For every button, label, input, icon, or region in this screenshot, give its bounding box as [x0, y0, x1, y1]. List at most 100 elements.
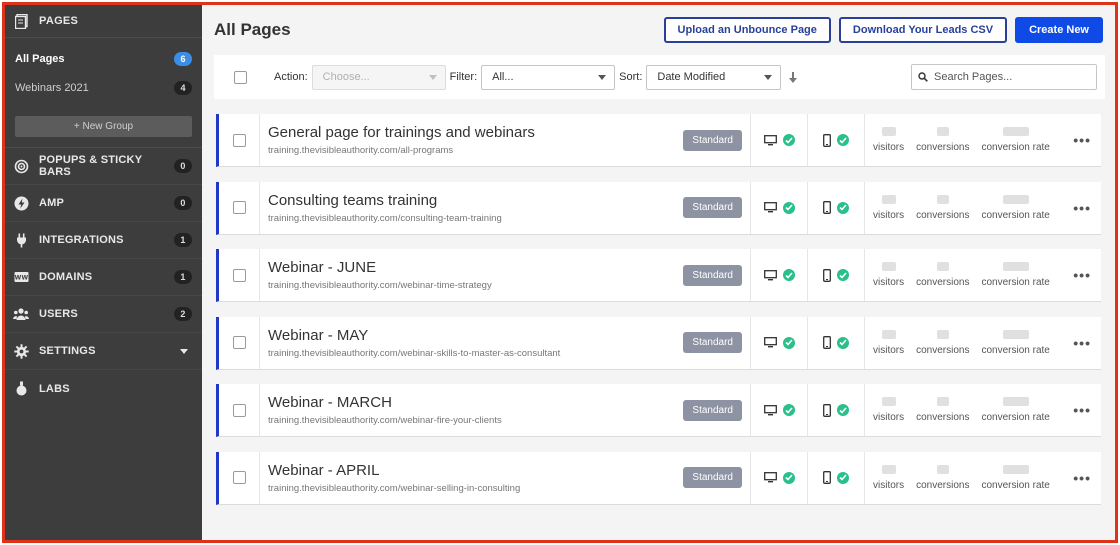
row-checkbox[interactable] [232, 336, 246, 349]
row-checkbox[interactable] [232, 201, 246, 214]
upload-page-button[interactable]: Upload an Unbounce Page [663, 17, 831, 43]
chevron-down-icon[interactable] [180, 348, 188, 354]
mobile-icon [823, 471, 831, 484]
count-badge: 4 [174, 80, 192, 95]
redacted-value [881, 329, 896, 339]
page-row[interactable]: General page for trainings and webinars … [216, 114, 1101, 167]
conversions-label: conversions [916, 344, 970, 356]
conversion-rate-stat: conversion rate [981, 127, 1050, 153]
redacted-value [1002, 464, 1029, 474]
gear-icon [13, 343, 29, 359]
page-url[interactable]: training.thevisibleauthority.com/webinar… [268, 483, 520, 494]
users-icon [13, 306, 29, 322]
redacted-value [936, 329, 949, 339]
chevron-down-icon [428, 74, 437, 80]
row-checkbox[interactable] [232, 403, 246, 417]
page-row[interactable]: Webinar - MARCH training.thevisibleautho… [216, 384, 1101, 437]
conversion-rate-stat: conversion rate [981, 397, 1050, 423]
group-webinars-2021[interactable]: Webinars 2021 4 [15, 73, 192, 102]
visitors-stat: visitors [873, 262, 904, 288]
more-options-icon[interactable]: ••• [1073, 200, 1091, 216]
conversion-rate-label: conversion rate [981, 142, 1050, 153]
more-options-icon[interactable]: ••• [1073, 402, 1091, 418]
desktop-icon [763, 134, 777, 146]
page-title-link[interactable]: Webinar - APRIL [268, 462, 520, 479]
sort-select[interactable]: Date Modified [646, 64, 782, 90]
page-title-link[interactable]: Webinar - MAY [268, 327, 560, 344]
page-row[interactable]: Webinar - APRIL training.thevisibleautho… [216, 451, 1101, 505]
page-stats-cell: visitors conversions conversion rate ••• [865, 249, 1101, 301]
count-badge: 6 [174, 51, 192, 66]
action-label: Action: [274, 71, 308, 83]
group-all-pages[interactable]: All Pages 6 [15, 44, 192, 73]
visitors-stat: visitors [873, 127, 904, 153]
filter-select[interactable]: All... [481, 64, 616, 90]
count-badge: 1 [174, 270, 192, 284]
new-group-button[interactable]: + New Group [15, 116, 192, 137]
select-all-checkbox[interactable] [234, 70, 247, 84]
group-label: Webinars 2021 [15, 81, 89, 94]
page-url[interactable]: training.thevisibleauthority.com/all-pro… [268, 145, 535, 156]
redacted-value [881, 464, 896, 474]
conversion-rate-label: conversion rate [981, 277, 1050, 288]
conversions-label: conversions [916, 479, 970, 491]
check-icon [782, 201, 795, 214]
redacted-value [881, 262, 896, 271]
redacted-value [936, 262, 949, 271]
filter-label: Filter: [449, 71, 478, 83]
count-badge: 1 [174, 233, 192, 247]
action-select[interactable]: Choose... [311, 64, 446, 90]
page-info-cell: Webinar - JUNE training.thevisibleauthor… [260, 249, 751, 301]
page-info-cell: Webinar - APRIL training.thevisibleautho… [260, 451, 751, 504]
page-url[interactable]: training.thevisibleauthority.com/consult… [268, 213, 502, 224]
page-title-link[interactable]: General page for trainings and webinars [268, 124, 535, 141]
check-icon [837, 269, 849, 281]
page-info-cell: Consulting teams training training.thevi… [260, 181, 751, 234]
more-options-icon[interactable]: ••• [1073, 335, 1091, 351]
row-checkbox[interactable] [232, 133, 246, 147]
more-options-icon[interactable]: ••• [1073, 132, 1091, 148]
plug-icon [13, 232, 29, 248]
sort-select-value: Date Modified [657, 71, 726, 83]
mobile-status-cell [808, 384, 865, 436]
page-url[interactable]: training.thevisibleauthority.com/webinar… [268, 348, 560, 359]
page-row[interactable]: Consulting teams training training.thevi… [216, 181, 1101, 235]
redacted-value [881, 194, 896, 204]
visitors-label: visitors [873, 344, 905, 356]
conversion-rate-stat: conversion rate [981, 329, 1050, 356]
conversions-label: conversions [916, 142, 970, 153]
page-title-link[interactable]: Consulting teams training [268, 192, 502, 209]
page-title-link[interactable]: Webinar - JUNE [268, 259, 492, 276]
row-checkbox[interactable] [232, 471, 246, 484]
search-input[interactable]: Search Pages... [911, 64, 1097, 90]
check-icon [837, 336, 849, 349]
page-row[interactable]: Webinar - MAY training.thevisibleauthori… [216, 316, 1101, 370]
create-new-button[interactable]: Create New [1015, 17, 1103, 43]
check-icon [837, 201, 849, 214]
sidebar-header-pages[interactable]: PAGES [5, 5, 202, 38]
page-url[interactable]: training.thevisibleauthority.com/webinar… [268, 415, 502, 426]
page-title-link[interactable]: Webinar - MARCH [268, 394, 502, 411]
conversions-stat: conversions [916, 464, 970, 491]
sidebar-item-domains[interactable]: WW DOMAINS 1 [5, 259, 202, 296]
sidebar: PAGES All Pages 6 Webinars 2021 4 + New … [5, 5, 202, 540]
conversion-rate-stat: conversion rate [981, 262, 1050, 288]
page-row[interactable]: Webinar - JUNE training.thevisibleauthor… [216, 249, 1101, 302]
sidebar-item-settings[interactable]: SETTINGS [5, 333, 202, 370]
desktop-status-cell [751, 114, 808, 166]
download-leads-button[interactable]: Download Your Leads CSV [838, 17, 1008, 43]
redacted-value [936, 127, 949, 136]
page-url[interactable]: training.thevisibleauthority.com/webinar… [268, 280, 492, 291]
sidebar-item-users[interactable]: USERS 2 [5, 296, 202, 333]
more-options-icon[interactable]: ••• [1073, 267, 1091, 283]
check-icon [837, 134, 849, 146]
sidebar-item-integrations[interactable]: INTEGRATIONS 1 [5, 222, 202, 259]
more-options-icon[interactable]: ••• [1073, 470, 1091, 486]
conversion-rate-label: conversion rate [981, 412, 1050, 423]
sidebar-item-popups[interactable]: POPUPS & STICKY BARS 0 [5, 148, 202, 185]
sort-direction-icon[interactable] [789, 71, 798, 83]
row-checkbox[interactable] [232, 268, 246, 282]
mobile-status-cell [808, 451, 865, 504]
sidebar-item-labs[interactable]: LABS [5, 370, 202, 407]
sidebar-item-amp[interactable]: AMP 0 [5, 185, 202, 222]
